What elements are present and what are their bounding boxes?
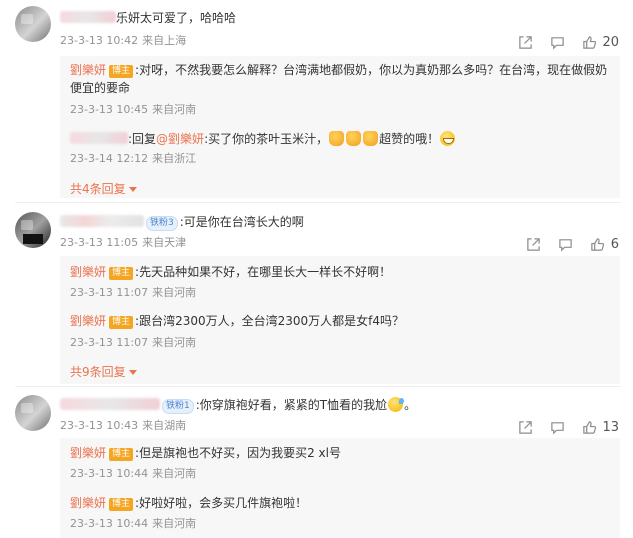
reply-meta: 23-3-13 10:44 来自河南 bbox=[70, 467, 200, 481]
share-icon[interactable] bbox=[526, 236, 542, 252]
sweat-smile-emoji-icon bbox=[388, 397, 405, 412]
reply-list: 劉樂妍 博主:但是旗袍也不好买，因为我要买2 xl号 23-3-13 10:44 来… bbox=[60, 438, 620, 538]
reply-item: 劉樂妍 博主:但是旗袍也不好买，因为我要买2 xl号 bbox=[70, 446, 341, 461]
reply-date: 23-3-13 11:07 bbox=[70, 286, 149, 299]
comment-actions: 20 bbox=[517, 33, 619, 51]
thumbs-up-emoji-icon bbox=[329, 131, 345, 146]
like-button[interactable]: 13 bbox=[581, 419, 619, 435]
thumbs-up-icon[interactable] bbox=[581, 34, 597, 50]
comment-location: 来自上海 bbox=[142, 34, 187, 47]
reply-text-continued: 便宜的要命 bbox=[70, 81, 131, 95]
like-count: 13 bbox=[602, 419, 619, 435]
reply-date: 23-3-13 11:07 bbox=[70, 336, 149, 349]
comment-date: 23-3-13 10:43 bbox=[60, 419, 139, 432]
divider bbox=[15, 202, 621, 203]
comment-date: 23-3-13 11:05 bbox=[60, 236, 139, 249]
share-icon[interactable] bbox=[517, 34, 533, 50]
reply-item: 劉樂妍 博主:好啦好啦，会多买几件旗袍啦！ bbox=[70, 496, 308, 511]
reply-author[interactable]: 劉樂妍 bbox=[70, 446, 106, 460]
thumbs-up-emoji-icon bbox=[363, 131, 379, 146]
reply-location: 来自河南 bbox=[152, 467, 197, 480]
comment-icon[interactable] bbox=[549, 419, 565, 435]
like-button[interactable]: 6 bbox=[590, 236, 619, 252]
reply-author[interactable]: 劉樂妍 bbox=[70, 496, 106, 510]
comment-actions: 6 bbox=[526, 235, 619, 253]
like-count: 20 bbox=[602, 34, 619, 50]
fans-badge: 铁粉3 bbox=[146, 216, 178, 231]
comment-item: 乐妍太可爱了，哈哈哈 23-3-13 10:42 来自上海 20 劉樂妍 博主:对呀… bbox=[0, 0, 633, 200]
caret-down-icon bbox=[128, 370, 137, 375]
blurred-username[interactable] bbox=[60, 11, 116, 23]
like-button[interactable]: 20 bbox=[581, 34, 619, 50]
comment-meta: 23-3-13 10:42 来自上海 bbox=[60, 34, 190, 48]
author-badge: 博主 bbox=[109, 316, 134, 329]
reply-item: 劉樂妍 博主:对呀，不然我要怎么解释？台湾满地都假奶，你以为真奶那么多吗？在台湾，… bbox=[70, 63, 608, 78]
reply-meta: 23-3-13 10:44 来自河南 bbox=[70, 517, 200, 531]
caret-down-icon bbox=[128, 187, 137, 192]
comment-icon[interactable] bbox=[549, 34, 565, 50]
comment-meta: 23-3-13 11:05 来自天津 bbox=[60, 236, 190, 250]
share-icon[interactable] bbox=[517, 419, 533, 435]
comment-body: 铁粉1:你穿旗袍好看，紧紧的T恤看的我尬。 bbox=[60, 397, 416, 414]
blurred-username[interactable] bbox=[60, 215, 144, 227]
blurred-username[interactable] bbox=[60, 398, 160, 410]
comment-meta: 23-3-13 10:43 来自湖南 bbox=[60, 419, 190, 433]
reply-date: 23-3-13 10:45 bbox=[70, 103, 149, 116]
more-replies-link[interactable]: 共9条回复 bbox=[70, 363, 137, 380]
thumbs-up-emoji-icon bbox=[346, 131, 362, 146]
thumbs-up-icon[interactable] bbox=[590, 236, 606, 252]
reply-list: 劉樂妍 博主:对呀，不然我要怎么解释？台湾满地都假奶，你以为真奶那么多吗？在台湾，… bbox=[60, 56, 620, 198]
comment-actions: 13 bbox=[517, 418, 619, 436]
avatar[interactable] bbox=[15, 6, 51, 42]
reply-item: 劉樂妍 博主:先天品种如果不好，在哪里长大一样长不好啊！ bbox=[70, 265, 392, 280]
avatar[interactable] bbox=[15, 395, 51, 431]
comment-date: 23-3-13 10:42 bbox=[60, 34, 139, 47]
comment-item: 铁粉1:你穿旗袍好看，紧紧的T恤看的我尬。 23-3-13 10:43 来自湖南 … bbox=[0, 388, 633, 538]
reply-meta: 23-3-13 10:45 来自河南 bbox=[70, 103, 200, 117]
reply-author[interactable]: 劉樂妍 bbox=[70, 265, 106, 279]
avatar[interactable] bbox=[15, 212, 51, 248]
author-badge: 博主 bbox=[109, 65, 134, 78]
fans-badge: 铁粉1 bbox=[162, 399, 194, 414]
comment-body: 铁粉3:可是你在台湾长大的啊 bbox=[60, 214, 304, 231]
comment-body: 乐妍太可爱了，哈哈哈 bbox=[60, 10, 236, 26]
reply-date: 23-3-13 10:44 bbox=[70, 467, 149, 480]
mention-link[interactable]: @劉樂妍 bbox=[156, 132, 204, 146]
reply-location: 来自河南 bbox=[152, 336, 197, 349]
author-badge: 博主 bbox=[109, 448, 134, 461]
divider bbox=[15, 386, 621, 387]
comment-item: 铁粉3:可是你在台湾长大的啊 23-3-13 11:05 来自天津 6 劉樂妍 博主… bbox=[0, 204, 633, 384]
author-badge: 博主 bbox=[109, 267, 134, 280]
reply-author[interactable]: 劉樂妍 bbox=[70, 63, 106, 77]
grin-emoji-icon bbox=[440, 131, 456, 146]
reply-location: 来自河南 bbox=[152, 517, 197, 530]
reply-location: 来自浙江 bbox=[152, 152, 197, 165]
reply-meta: 23-3-13 11:07 来自河南 bbox=[70, 336, 200, 350]
comment-location: 来自湖南 bbox=[142, 419, 187, 432]
thumbs-up-icon[interactable] bbox=[581, 419, 597, 435]
more-replies-link[interactable]: 共4条回复 bbox=[70, 180, 137, 197]
reply-meta: 23-3-13 11:07 来自河南 bbox=[70, 286, 200, 300]
comment-location: 来自天津 bbox=[142, 236, 187, 249]
author-badge: 博主 bbox=[109, 498, 134, 511]
reply-date: 23-3-14 12:12 bbox=[70, 152, 149, 165]
blurred-username[interactable] bbox=[70, 132, 128, 144]
like-count: 6 bbox=[610, 236, 619, 252]
reply-item: 劉樂妍 博主:跟台湾2300万人，全台湾2300万人都是女f4吗？ bbox=[70, 314, 405, 329]
reply-item: :回复@劉樂妍:买了你的茶叶玉米汁， 超赞的哦！ bbox=[70, 131, 456, 147]
reply-location: 来自河南 bbox=[152, 286, 197, 299]
comment-icon[interactable] bbox=[558, 236, 574, 252]
reply-list: 劉樂妍 博主:先天品种如果不好，在哪里长大一样长不好啊！ 23-3-13 11:0… bbox=[60, 256, 620, 384]
reply-location: 来自河南 bbox=[152, 103, 197, 116]
reply-author[interactable]: 劉樂妍 bbox=[70, 314, 106, 328]
reply-meta: 23-3-14 12:12 来自浙江 bbox=[70, 152, 200, 166]
reply-date: 23-3-13 10:44 bbox=[70, 517, 149, 530]
